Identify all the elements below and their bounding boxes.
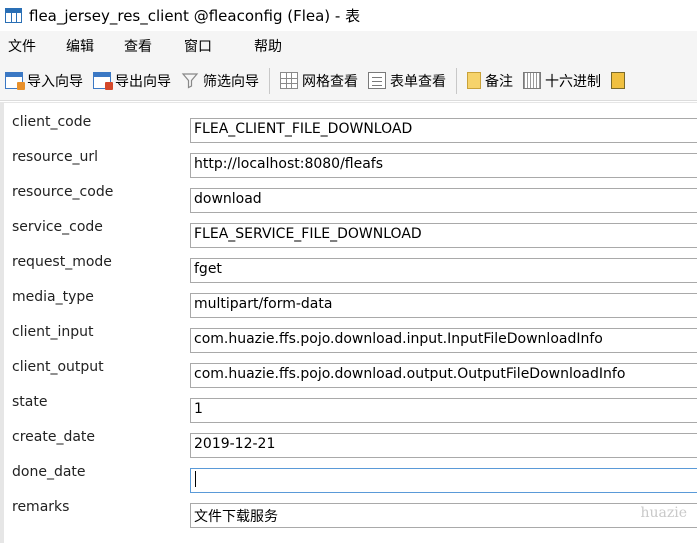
service-code-field[interactable]: FLEA_SERVICE_FILE_DOWNLOAD — [190, 223, 697, 248]
memo-button[interactable]: 备注 — [462, 67, 518, 95]
client-input-field[interactable]: com.huazie.ffs.pojo.download.input.Input… — [190, 328, 697, 353]
export-wizard-button[interactable]: 导出向导 — [88, 67, 176, 95]
field-label: remarks — [12, 499, 70, 515]
toolbar-divider — [269, 67, 270, 94]
done-date-field[interactable] — [190, 468, 697, 493]
menu-bar: 文件 编辑 查看 窗口 帮助 — [0, 31, 697, 61]
field-row-client-output: client_output com.huazie.ffs.pojo.downlo… — [4, 353, 697, 388]
image-icon — [611, 72, 625, 89]
table-icon — [5, 8, 22, 23]
field-row-resource-url: resource_url http://localhost:8080/fleaf… — [4, 143, 697, 178]
field-label: client_code — [12, 114, 92, 130]
toolbar: 导入向导 导出向导 筛选向导 网格查看 表单查看 备注 十六进制 — [0, 61, 697, 101]
text-caret — [195, 471, 196, 487]
filter-icon — [181, 72, 199, 89]
form-icon — [368, 72, 386, 89]
menu-help[interactable]: 帮助 — [250, 36, 286, 56]
field-label: client_output — [12, 359, 104, 375]
grid-view-button[interactable]: 网格查看 — [275, 67, 363, 95]
filter-wizard-label: 筛选向导 — [203, 73, 259, 90]
grid-view-label: 网格查看 — [302, 73, 358, 90]
field-row-resource-code: resource_code download — [4, 178, 697, 213]
form-view-button[interactable]: 表单查看 — [363, 67, 451, 95]
media-type-field[interactable]: multipart/form-data — [190, 293, 697, 318]
field-label: resource_code — [12, 184, 114, 200]
window-title: flea_jersey_res_client @fleaconfig (Flea… — [29, 7, 361, 25]
field-label: create_date — [12, 429, 96, 445]
resource-url-field[interactable]: http://localhost:8080/fleafs — [190, 153, 697, 178]
field-row-media-type: media_type multipart/form-data — [4, 283, 697, 318]
form-view-label: 表单查看 — [390, 73, 446, 90]
field-label: request_mode — [12, 254, 112, 270]
watermark: huazie — [640, 505, 687, 521]
field-row-client-input: client_input com.huazie.ffs.pojo.downloa… — [4, 318, 697, 353]
menu-edit[interactable]: 编辑 — [62, 36, 98, 56]
image-button[interactable] — [606, 67, 634, 95]
client-code-field[interactable]: FLEA_CLIENT_FILE_DOWNLOAD — [190, 118, 697, 143]
field-row-remarks: remarks 文件下载服务 — [4, 493, 697, 528]
filter-wizard-button[interactable]: 筛选向导 — [176, 67, 264, 95]
grid-icon — [280, 72, 298, 89]
client-output-field[interactable]: com.huazie.ffs.pojo.download.output.Outp… — [190, 363, 697, 388]
create-date-field[interactable]: 2019-12-21 — [190, 433, 697, 458]
field-row-client-code: client_code FLEA_CLIENT_FILE_DOWNLOAD — [4, 108, 697, 143]
import-wizard-label: 导入向导 — [27, 73, 83, 90]
field-row-done-date: done_date — [4, 458, 697, 493]
menu-file[interactable]: 文件 — [4, 36, 40, 56]
field-row-create-date: create_date 2019-12-21 — [4, 423, 697, 458]
resource-code-field[interactable]: download — [190, 188, 697, 213]
export-wizard-label: 导出向导 — [115, 73, 171, 90]
record-form: client_code FLEA_CLIENT_FILE_DOWNLOAD re… — [0, 102, 697, 543]
field-label: service_code — [12, 219, 103, 235]
menu-window[interactable]: 窗口 — [180, 36, 216, 56]
hex-label: 十六进制 — [545, 73, 601, 90]
field-label: done_date — [12, 464, 86, 480]
hex-icon — [523, 72, 541, 89]
field-row-service-code: service_code FLEA_SERVICE_FILE_DOWNLOAD — [4, 213, 697, 248]
field-row-state: state 1 — [4, 388, 697, 423]
title-bar: flea_jersey_res_client @fleaconfig (Flea… — [0, 0, 697, 31]
import-wizard-button[interactable]: 导入向导 — [0, 67, 88, 95]
field-label: state — [12, 394, 48, 410]
request-mode-field[interactable]: fget — [190, 258, 697, 283]
export-icon — [93, 72, 113, 90]
field-label: media_type — [12, 289, 94, 305]
field-label: resource_url — [12, 149, 99, 165]
state-field[interactable]: 1 — [190, 398, 697, 423]
remarks-field[interactable]: 文件下载服务 — [190, 503, 697, 528]
import-icon — [5, 72, 25, 90]
field-row-request-mode: request_mode fget — [4, 248, 697, 283]
memo-icon — [467, 72, 481, 89]
hex-button[interactable]: 十六进制 — [518, 67, 606, 95]
field-label: client_input — [12, 324, 94, 340]
memo-label: 备注 — [485, 73, 513, 90]
menu-view[interactable]: 查看 — [120, 36, 156, 56]
toolbar-divider — [456, 67, 457, 94]
